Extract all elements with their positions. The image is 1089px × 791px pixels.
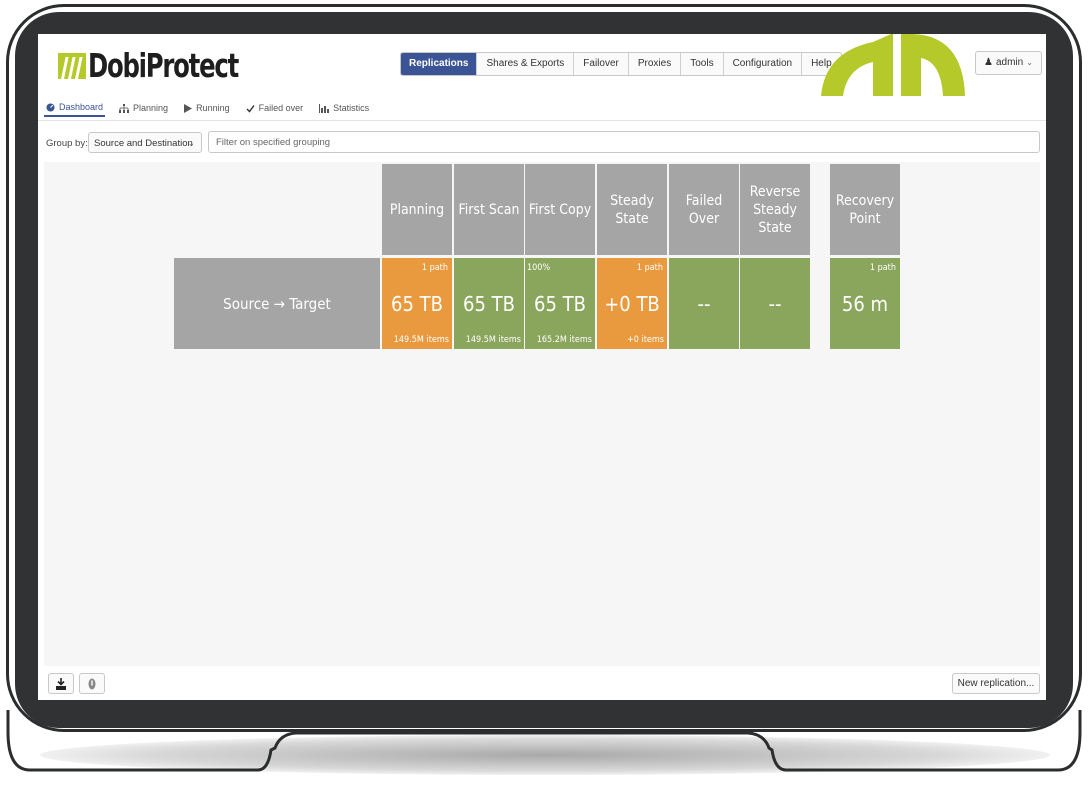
user-menu-label: admin	[995, 57, 1024, 68]
subnav-failed-over[interactable]: Failed over	[244, 100, 306, 116]
nav-tab-configuration[interactable]: Configuration	[724, 53, 803, 75]
status-cell-first-copy[interactable]: 100% 65 TB 165.2M items	[525, 258, 595, 349]
user-menu-button[interactable]: ♟ admin ⌄	[975, 51, 1042, 75]
column-header-label: First Scan	[458, 201, 520, 218]
cell-value: --	[768, 291, 782, 316]
info-button[interactable]	[79, 673, 105, 694]
chevron-down-icon: ⌄	[187, 138, 195, 148]
main-nav: Replications Shares & Exports Failover Prox…	[400, 52, 842, 76]
column-header-label: Failed Over	[685, 192, 723, 227]
nav-tab-tools[interactable]: Tools	[681, 53, 724, 75]
subnav-planning[interactable]: Planning	[117, 100, 170, 116]
cell-value: --	[697, 291, 711, 316]
column-header-label: Recovery Point	[835, 192, 895, 227]
column-header-label: First Copy	[528, 201, 592, 218]
status-cell-failed-over[interactable]: --	[669, 258, 739, 349]
new-replication-button[interactable]: New replication...	[952, 673, 1040, 694]
download-icon	[56, 677, 66, 690]
status-cell-reverse-steady-state[interactable]: --	[740, 258, 810, 349]
column-header-label: Reverse Steady State	[749, 183, 801, 236]
status-cell-steady-state[interactable]: 1 path +0 TB +0 items	[597, 258, 667, 349]
column-header-recovery-point: Recovery Point	[830, 164, 900, 255]
nav-tab-shares-exports[interactable]: Shares & Exports	[477, 53, 575, 75]
play-icon	[184, 103, 193, 113]
cell-bottom-label: 165.2M items	[536, 335, 592, 345]
dashboard-icon	[46, 102, 55, 112]
column-header-label: Steady State	[610, 192, 654, 227]
nav-tab-proxies[interactable]: Proxies	[629, 53, 682, 75]
nav-tab-replications[interactable]: Replications	[401, 53, 478, 75]
monitor-stand	[6, 710, 1082, 772]
subnav-running[interactable]: Running	[182, 100, 232, 116]
group-by-value: Source and Destination	[94, 138, 193, 149]
subnav-label: Dashboard	[59, 102, 104, 112]
bar-chart-icon	[319, 103, 330, 113]
brand-decoration	[821, 34, 965, 96]
column-header-steady-state: Steady State	[597, 164, 667, 255]
cell-bottom-label: +0 items	[626, 335, 664, 345]
dobiprotect-logo-icon	[58, 53, 86, 79]
divider	[38, 120, 1046, 121]
status-cell-planning[interactable]: 1 path 65 TB 149.5M items	[382, 258, 452, 349]
download-button[interactable]	[48, 673, 74, 694]
status-cell-first-scan[interactable]: 65 TB 149.5M items	[454, 258, 524, 349]
app-name: DobiProtect	[88, 46, 239, 85]
chevron-down-icon: ⌄	[1026, 58, 1033, 67]
column-header-first-scan: First Scan	[454, 164, 524, 255]
filter-input[interactable]	[208, 131, 1040, 153]
subnav-label: Running	[196, 103, 230, 113]
app-screen: DobiProtect Replications Shares & Exports…	[38, 34, 1046, 700]
subnav-label: Statistics	[333, 103, 370, 113]
row-label-source-target[interactable]: Source → Target	[174, 258, 380, 349]
column-header-reverse-steady-state: Reverse Steady State	[740, 164, 810, 255]
dashboard-grid: Source → Target Planning 1 path 65 TB 149.5…	[44, 162, 1040, 666]
column-header-failed-over: Failed Over	[669, 164, 739, 255]
column-header-first-copy: First Copy	[525, 164, 595, 255]
status-cell-recovery-point[interactable]: 1 path 56 m	[830, 258, 900, 349]
user-icon: ♟	[984, 57, 993, 68]
subnav-dashboard[interactable]: Dashboard	[44, 99, 106, 117]
info-icon	[88, 678, 96, 689]
nav-tab-failover[interactable]: Failover	[574, 53, 629, 75]
cell-value: 56 m	[841, 291, 889, 316]
app-logo: DobiProtect	[58, 48, 271, 84]
group-by-label: Group by:	[46, 138, 88, 149]
subnav-label: Planning	[133, 103, 169, 113]
group-by-select[interactable]: Source and Destination ⌄	[88, 132, 202, 153]
sub-nav: Dashboard Planning Running Failed over Stati…	[44, 98, 371, 118]
column-header-label: Planning	[389, 201, 445, 218]
sitemap-icon	[119, 103, 130, 113]
cell-bottom-label: 149.5M items	[393, 335, 449, 345]
check-icon	[246, 104, 255, 113]
subnav-label: Failed over	[258, 103, 304, 113]
subnav-statistics[interactable]: Statistics	[317, 100, 371, 116]
cell-bottom-label: 149.5M items	[465, 335, 521, 345]
column-header-planning: Planning	[382, 164, 452, 255]
